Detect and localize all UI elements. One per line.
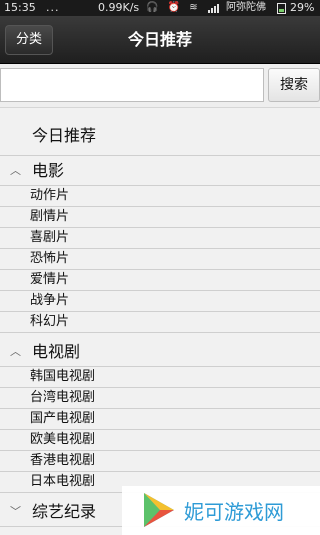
group-label: 电视剧 [32,342,81,361]
status-dots: ... [46,1,60,14]
group-label: 电影 [32,161,65,180]
page-title: 今日推荐 [127,30,192,49]
list-item[interactable]: 爱情片 [0,270,320,291]
chevron-up-icon: ︿ [10,164,21,177]
battery-level: 29% [290,1,315,14]
search-button[interactable]: 搜索 [268,68,320,102]
list-item[interactable]: 喜剧片 [0,228,320,249]
signal-icon [208,4,219,13]
watermark-text: 妮可游戏网 [184,500,284,524]
title-bar: 分类 今日推荐 [0,16,320,64]
list-item[interactable]: 恐怖片 [0,249,320,270]
list-item[interactable]: 动作片 [0,186,320,207]
search-bar: 搜索 [0,64,320,108]
watermark: 妮可游戏网 [122,486,320,535]
list-item[interactable]: 香港电视剧 [0,451,320,472]
list-item[interactable]: 战争片 [0,291,320,312]
play-logo-icon [144,493,174,527]
search-input[interactable] [0,68,264,102]
status-icons: 🎧 ⏰ ≋ [146,2,201,13]
list-item[interactable]: 科幻片 [0,312,320,333]
group-header-movies[interactable]: ︿ 电影 [0,156,320,186]
list-item[interactable]: 剧情片 [0,207,320,228]
status-time: 15:35 [4,1,36,14]
list-item[interactable]: 国产电视剧 [0,409,320,430]
chevron-down-icon: ﹀ [10,505,21,518]
category-button[interactable]: 分类 [5,25,53,55]
category-list: 今日推荐 ︿ 电影 动作片 剧情片 喜剧片 恐怖片 爱情片 战争片 科幻片 ︿ … [0,108,320,535]
list-item[interactable]: 台湾电视剧 [0,388,320,409]
group-label: 综艺纪录 [32,502,97,521]
list-item[interactable]: 韩国电视剧 [0,367,320,388]
carrier-name: 阿弥陀佛 [226,2,266,13]
chevron-up-icon: ︿ [10,345,21,358]
group-header-tv[interactable]: ︿ 电视剧 [0,337,320,367]
status-bar: 15:35 ... 0.99K/s 🎧 ⏰ ≋ 阿弥陀佛 29% [0,0,320,16]
network-speed: 0.99K/s [98,1,140,14]
battery-icon [277,3,286,14]
list-item[interactable]: 欧美电视剧 [0,430,320,451]
list-item-today[interactable]: 今日推荐 [0,108,320,156]
